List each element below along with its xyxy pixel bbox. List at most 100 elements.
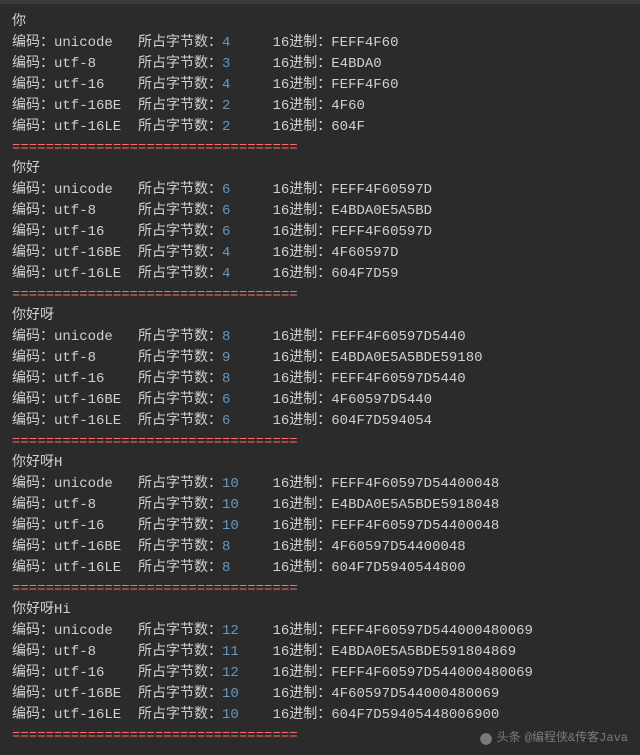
bytes-value: 12 [222, 665, 247, 681]
bytes-label: 所占字节数： [138, 350, 222, 366]
bytes-label: 所占字节数： [138, 266, 222, 282]
encoding-row: 编码：utf-16LE 所占字节数：4 16进制：604F7D59 [12, 264, 628, 285]
bytes-label: 所占字节数： [138, 539, 222, 555]
bytes-label: 所占字节数： [138, 476, 222, 492]
bytes-value: 4 [222, 35, 247, 51]
bytes-label: 所占字节数： [138, 245, 222, 261]
encoding-row: 编码：utf-16LE 所占字节数：6 16进制：604F7D594054 [12, 411, 628, 432]
hex-value: FEFF4F60 [331, 35, 398, 51]
encoding-label: 编码：utf-8 [12, 350, 138, 366]
bytes-value: 10 [222, 686, 247, 702]
hex-label: 16进制： [272, 560, 331, 576]
bytes-value: 10 [222, 497, 247, 513]
bytes-value: 6 [222, 413, 247, 429]
hex-label: 16进制： [272, 644, 331, 660]
encoding-label: 编码：utf-16LE [12, 119, 138, 135]
encoding-label: 编码：utf-16BE [12, 245, 138, 261]
encoding-block: 你好呀H编码：unicode 所占字节数：10 16进制：FEFF4F60597… [12, 453, 628, 600]
hex-label: 16进制： [272, 56, 331, 72]
encoding-label: 编码：unicode [12, 329, 138, 345]
encoding-label: 编码：utf-16LE [12, 707, 138, 723]
encoding-label: 编码：utf-16 [12, 371, 138, 387]
encoding-row: 编码：utf-16BE 所占字节数：4 16进制：4F60597D [12, 243, 628, 264]
hex-label: 16进制： [272, 371, 331, 387]
hex-label: 16进制： [272, 224, 331, 240]
bytes-value: 8 [222, 539, 247, 555]
encoding-label: 编码：utf-16LE [12, 413, 138, 429]
bytes-value: 4 [222, 245, 247, 261]
hex-value: 4F60597D [331, 245, 398, 261]
hex-value: 604F7D594054 [331, 413, 432, 429]
hex-label: 16进制： [272, 476, 331, 492]
encoding-row: 编码：utf-16LE 所占字节数：8 16进制：604F7D594054480… [12, 558, 628, 579]
bytes-label: 所占字节数： [138, 707, 222, 723]
hex-label: 16进制： [272, 77, 331, 93]
encoding-block: 你编码：unicode 所占字节数：4 16进制：FEFF4F60编码：utf-… [12, 12, 628, 159]
bytes-value: 6 [222, 182, 247, 198]
hex-value: 4F60597D5440 [331, 392, 432, 408]
encoding-row: 编码：utf-16BE 所占字节数：10 16进制：4F60597D544000… [12, 684, 628, 705]
hex-value: 4F60 [331, 98, 365, 114]
encoding-label: 编码：utf-8 [12, 203, 138, 219]
hex-label: 16进制： [272, 665, 331, 681]
hex-value: FEFF4F60597D [331, 182, 432, 198]
bytes-label: 所占字节数： [138, 182, 222, 198]
hex-label: 16进制： [272, 329, 331, 345]
bytes-value: 4 [222, 266, 247, 282]
logo-icon [479, 732, 493, 746]
hex-label: 16进制： [272, 518, 331, 534]
encoding-row: 编码：unicode 所占字节数：6 16进制：FEFF4F60597D [12, 180, 628, 201]
hex-label: 16进制： [272, 203, 331, 219]
block-title: 你好 [12, 159, 628, 180]
hex-value: FEFF4F60597D54400048 [331, 476, 499, 492]
bytes-value: 8 [222, 329, 247, 345]
bytes-label: 所占字节数： [138, 329, 222, 345]
hex-label: 16进制： [272, 245, 331, 261]
bytes-label: 所占字节数： [138, 77, 222, 93]
hex-value: E4BDA0E5A5BDE59180 [331, 350, 482, 366]
bytes-value: 6 [222, 224, 247, 240]
hex-value: FEFF4F60597D5440 [331, 329, 465, 345]
encoding-label: 编码：unicode [12, 476, 138, 492]
encoding-row: 编码：utf-16BE 所占字节数：8 16进制：4F60597D5440004… [12, 537, 628, 558]
bytes-value: 10 [222, 707, 247, 723]
bytes-value: 11 [222, 644, 247, 660]
hex-value: FEFF4F60597D544000480069 [331, 665, 533, 681]
encoding-row: 编码：utf-8 所占字节数：9 16进制：E4BDA0E5A5BDE59180 [12, 348, 628, 369]
watermark-prefix: 头条 [497, 728, 521, 749]
encoding-row: 编码：utf-16BE 所占字节数：6 16进制：4F60597D5440 [12, 390, 628, 411]
encoding-label: 编码：utf-16BE [12, 539, 138, 555]
encoding-row: 编码：utf-16LE 所占字节数：10 16进制：604F7D59405448… [12, 705, 628, 726]
hex-label: 16进制： [272, 266, 331, 282]
hex-value: 604F7D5940544800 [331, 560, 465, 576]
bytes-label: 所占字节数： [138, 371, 222, 387]
separator-line: ================================== [12, 432, 628, 453]
encoding-row: 编码：unicode 所占字节数：12 16进制：FEFF4F60597D544… [12, 621, 628, 642]
hex-label: 16进制： [272, 98, 331, 114]
bytes-label: 所占字节数： [138, 686, 222, 702]
bytes-value: 6 [222, 203, 247, 219]
bytes-value: 10 [222, 476, 247, 492]
watermark: 头条 @编程侠&传客Java [479, 728, 628, 749]
hex-value: 4F60597D544000480069 [331, 686, 499, 702]
encoding-block: 你好编码：unicode 所占字节数：6 16进制：FEFF4F60597D 编码… [12, 159, 628, 306]
bytes-value: 4 [222, 77, 247, 93]
bytes-label: 所占字节数： [138, 119, 222, 135]
bytes-value: 2 [222, 119, 247, 135]
bytes-label: 所占字节数： [138, 560, 222, 576]
bytes-label: 所占字节数： [138, 665, 222, 681]
separator-line: ================================== [12, 579, 628, 600]
encoding-label: 编码：utf-8 [12, 644, 138, 660]
bytes-label: 所占字节数： [138, 497, 222, 513]
hex-label: 16进制： [272, 623, 331, 639]
encoding-row: 编码：utf-16 所占字节数：4 16进制：FEFF4F60 [12, 75, 628, 96]
watermark-author: @编程侠&传客Java [525, 728, 628, 749]
hex-label: 16进制： [272, 707, 331, 723]
encoding-label: 编码：utf-16 [12, 518, 138, 534]
encoding-block: 你好呀编码：unicode 所占字节数：8 16进制：FEFF4F60597D5… [12, 306, 628, 453]
bytes-value: 3 [222, 56, 247, 72]
encoding-label: 编码：utf-16 [12, 224, 138, 240]
hex-label: 16进制： [272, 686, 331, 702]
bytes-label: 所占字节数： [138, 203, 222, 219]
encoding-row: 编码：unicode 所占字节数：4 16进制：FEFF4F60 [12, 33, 628, 54]
